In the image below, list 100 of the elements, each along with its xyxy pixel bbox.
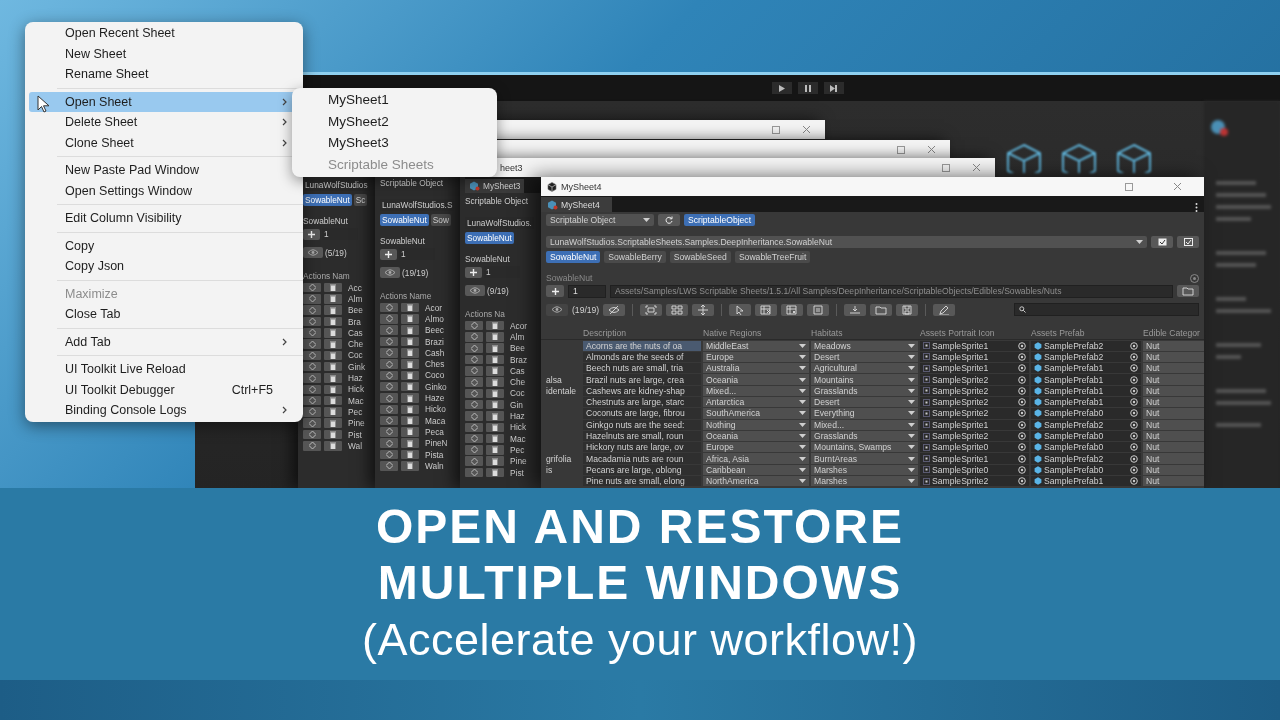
toolbar-button[interactable]: [666, 303, 689, 316]
habitat-dropdown[interactable]: Marshes: [811, 464, 918, 476]
select-button[interactable]: [303, 429, 321, 440]
region-dropdown[interactable]: MiddleEast: [703, 340, 809, 351]
folder-button[interactable]: [1177, 285, 1199, 297]
maximize-icon[interactable]: [772, 125, 780, 134]
select-button[interactable]: [465, 388, 483, 399]
sprite-field[interactable]: SampleSprite2: [920, 476, 1029, 487]
region-dropdown[interactable]: SouthAmerica: [703, 408, 809, 419]
habitat-dropdown[interactable]: Grasslands: [811, 385, 918, 396]
prefab-field[interactable]: SamplePrefab0: [1031, 430, 1141, 442]
delete-button[interactable]: [401, 336, 419, 347]
prefab-field[interactable]: SamplePrefab2: [1031, 419, 1141, 430]
select-button[interactable]: [303, 384, 321, 395]
sprite-field[interactable]: SampleSprite1: [920, 363, 1029, 374]
prefab-field[interactable]: SamplePrefab1: [1031, 397, 1141, 408]
delete-button[interactable]: [324, 418, 342, 428]
type-dropdown[interactable]: LunaWolfStudios.ScriptableSheets.Samples.DeepInheritance.SowableNut: [546, 235, 1147, 248]
description-cell[interactable]: Coconuts are large, fibrou: [583, 408, 701, 419]
type-field[interactable]: LunaWolfStudios.S: [380, 198, 455, 211]
select-button[interactable]: [465, 320, 483, 331]
habitat-dropdown[interactable]: Desert: [811, 397, 918, 408]
prefab-field[interactable]: SamplePrefab1: [1031, 476, 1141, 487]
delete-button[interactable]: [486, 366, 504, 376]
toolbar-button[interactable]: [844, 303, 867, 316]
select-button[interactable]: [465, 433, 483, 444]
region-dropdown[interactable]: Nothing: [703, 419, 809, 430]
sprite-field[interactable]: SampleSprite2: [920, 408, 1029, 419]
toolbar-button[interactable]: [729, 303, 752, 316]
delete-button[interactable]: [324, 305, 342, 315]
maximize-icon[interactable]: [897, 145, 905, 154]
habitat-dropdown[interactable]: Grasslands: [811, 430, 918, 442]
type-chip[interactable]: SowableNut: [465, 231, 514, 244]
toolbar-button[interactable]: [781, 303, 804, 316]
delete-button[interactable]: [401, 348, 419, 358]
menu-item[interactable]: Rename Sheet: [29, 64, 299, 85]
sprite-field[interactable]: SampleSprite0: [920, 464, 1029, 476]
toolbar-button[interactable]: [807, 303, 830, 316]
prefab-field[interactable]: SamplePrefab0: [1031, 464, 1141, 476]
object-chip[interactable]: ScriptableObject: [684, 214, 756, 226]
habitat-dropdown[interactable]: Everything: [811, 408, 918, 419]
pause-button[interactable]: [797, 82, 818, 94]
type-chip[interactable]: SowableNut: [380, 213, 429, 226]
select-button[interactable]: [303, 395, 321, 406]
close-icon[interactable]: [927, 145, 936, 154]
category-field[interactable]: Nut: [1143, 408, 1204, 419]
select-button[interactable]: [380, 449, 398, 460]
region-dropdown[interactable]: Caribbean: [703, 464, 809, 476]
category-field[interactable]: Nut: [1143, 351, 1204, 363]
toolbar-button[interactable]: [692, 303, 715, 316]
habitat-dropdown[interactable]: Meadows: [811, 340, 918, 351]
menu-item[interactable]: UI Toolkit Debugger Ctrl+F5: [29, 379, 299, 400]
search-field[interactable]: [1014, 303, 1199, 316]
sprite-field[interactable]: SampleSprite2: [920, 374, 1029, 385]
menu-item[interactable]: Edit Column Visibility: [29, 208, 299, 229]
type-chip[interactable]: SowableSeed: [669, 250, 731, 263]
eye-icon[interactable]: [469, 287, 481, 294]
delete-button[interactable]: [401, 359, 419, 369]
region-dropdown[interactable]: Oceania: [703, 430, 809, 442]
delete-button[interactable]: [486, 411, 504, 421]
delete-button[interactable]: [401, 461, 419, 471]
close-icon[interactable]: [1173, 182, 1182, 191]
add-button[interactable]: [380, 248, 397, 260]
delete-button[interactable]: [486, 456, 504, 466]
delete-button[interactable]: [324, 429, 342, 440]
delete-button[interactable]: [486, 343, 504, 353]
delete-button[interactable]: [486, 377, 504, 387]
refresh-button[interactable]: [658, 214, 680, 226]
habitat-dropdown[interactable]: Mountains: [811, 374, 918, 385]
description-cell[interactable]: Cashews are kidney-shap: [583, 385, 701, 396]
select-button[interactable]: [380, 381, 398, 392]
maximize-icon[interactable]: [942, 163, 950, 172]
type-field[interactable]: LunaWolfStudios.: [465, 216, 534, 229]
category-field[interactable]: Nut: [1143, 419, 1204, 430]
description-cell[interactable]: Brazil nuts are large, crea: [583, 374, 701, 385]
prefab-field[interactable]: SamplePrefab1: [1031, 374, 1141, 385]
toolbar-button[interactable]: [603, 303, 626, 316]
delete-button[interactable]: [486, 320, 504, 331]
description-cell[interactable]: Pine nuts are small, elong: [583, 476, 701, 487]
sprite-field[interactable]: SampleSprite2: [920, 430, 1029, 442]
sprite-field[interactable]: SampleSprite1: [920, 340, 1029, 351]
sprite-field[interactable]: SampleSprite0: [920, 442, 1029, 453]
toolbar-button[interactable]: [870, 303, 893, 316]
kebab-menu-icon[interactable]: [1195, 203, 1198, 212]
delete-button[interactable]: [486, 422, 504, 433]
description-cell[interactable]: Almonds are the seeds of: [583, 351, 701, 363]
toolbar-button[interactable]: [755, 303, 778, 316]
select-button[interactable]: [465, 399, 483, 410]
play-button[interactable]: [771, 82, 792, 94]
menu-item[interactable]: Open Settings Window: [29, 180, 299, 201]
prefab-field[interactable]: SamplePrefab1: [1031, 363, 1141, 374]
menu-item[interactable]: Copy Json: [29, 256, 299, 277]
close-icon[interactable]: [972, 163, 981, 172]
eye-button[interactable]: [546, 303, 568, 316]
delete-button[interactable]: [324, 328, 342, 338]
sprite-field[interactable]: SampleSprite1: [920, 351, 1029, 363]
eye-icon[interactable]: [384, 269, 396, 276]
prefab-field[interactable]: SamplePrefab2: [1031, 453, 1141, 464]
add-button[interactable]: [303, 228, 320, 240]
path-field[interactable]: Assets/Samples/LWS Scriptable Sheets/1.5.1/All Samples/DeepInheritance/ScriptableObjects/Edibles/Sowables/Nuts: [610, 284, 1173, 298]
